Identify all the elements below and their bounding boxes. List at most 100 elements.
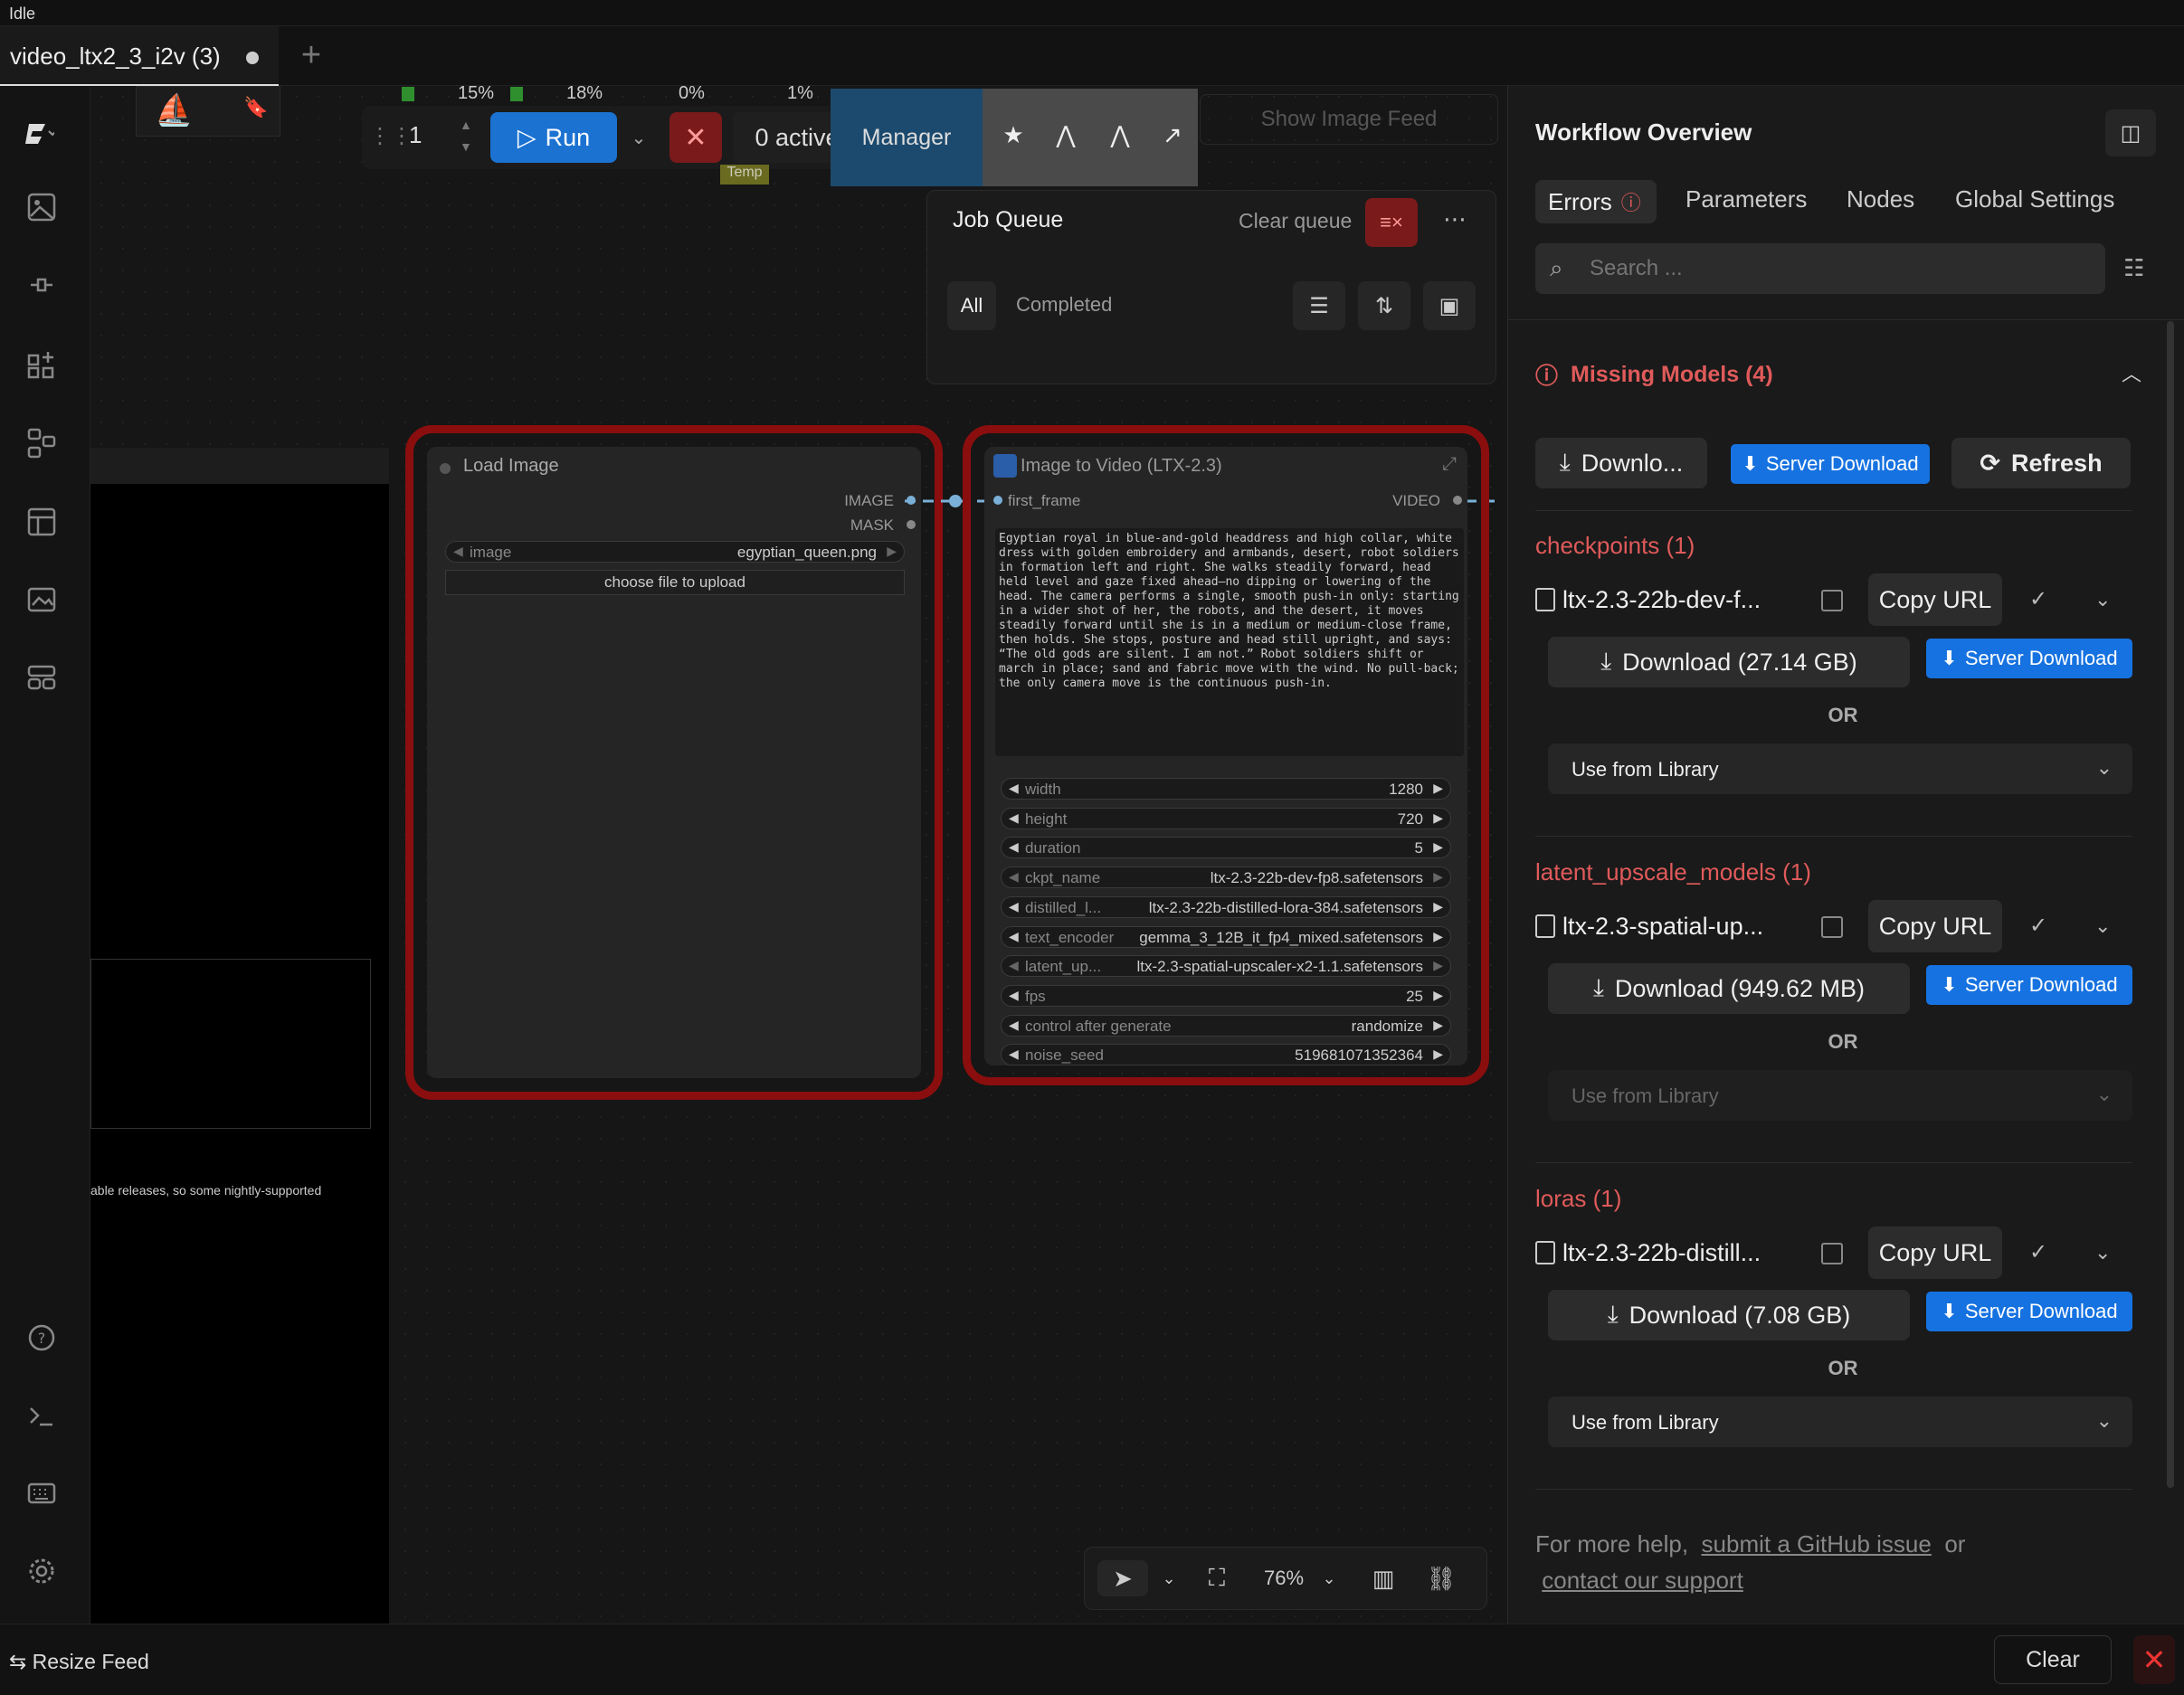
search-input[interactable]: [1590, 252, 2096, 285]
copy-url-button[interactable]: Copy URL: [1868, 900, 2002, 952]
star-icon[interactable]: ★: [997, 121, 1030, 154]
model-scan-icon[interactable]: ⋀: [1049, 121, 1082, 154]
add-tab-button[interactable]: +: [293, 37, 329, 73]
input-first-frame-slot[interactable]: [993, 496, 1002, 505]
run-button[interactable]: ▷ Run: [490, 112, 617, 163]
gallery-icon[interactable]: [25, 583, 62, 620]
server-download-button[interactable]: ⬇ Server Download: [1926, 639, 2132, 678]
tab-all[interactable]: All: [947, 281, 996, 330]
copy-icon[interactable]: [1821, 916, 1843, 938]
close-icon[interactable]: ✕: [2133, 1635, 2175, 1684]
workflows-icon[interactable]: [25, 426, 62, 462]
keyboard-icon[interactable]: [25, 1477, 62, 1513]
image-to-video-node[interactable]: Image to Video (LTX-2.3) ⤢ first_frame V…: [984, 447, 1467, 1066]
model-scan-alt-icon[interactable]: ⋀: [1104, 121, 1136, 154]
download-all-button[interactable]: ⤓ Downlo...: [1535, 438, 1707, 488]
clear-queue-button[interactable]: ≡×: [1365, 198, 1418, 247]
tab-parameters[interactable]: Parameters: [1685, 185, 1807, 213]
copy-url-button[interactable]: Copy URL: [1868, 1226, 2002, 1279]
assets-icon[interactable]: [25, 191, 62, 227]
refresh-button[interactable]: ⟳ Refresh: [1951, 438, 2131, 488]
copy-icon[interactable]: [1821, 1243, 1843, 1264]
chevron-down-icon[interactable]: ⌄: [2094, 1241, 2111, 1264]
minimap-icon[interactable]: ▥: [1365, 1560, 1401, 1596]
batch-stepper[interactable]: ▲ ▼: [460, 114, 472, 157]
run-mode-dropdown[interactable]: ⌄: [622, 112, 655, 163]
more-options-icon[interactable]: ⋯: [1443, 205, 1467, 233]
sort-icon[interactable]: ⇅: [1358, 281, 1410, 330]
download-model-button[interactable]: ⤓ Download (949.62 MB): [1548, 963, 1910, 1014]
share-icon[interactable]: ↗: [1156, 121, 1189, 154]
select-tool-icon[interactable]: ➤: [1097, 1560, 1148, 1596]
widget-height[interactable]: ◀ height 720 ▶: [1001, 807, 1451, 829]
zoom-level[interactable]: 76%: [1248, 1560, 1320, 1596]
check-icon[interactable]: ✓: [2029, 1239, 2047, 1265]
output-mask-slot[interactable]: [907, 520, 916, 529]
use-from-library-select[interactable]: Use from Library ⌄: [1548, 1397, 2132, 1447]
layout-icon[interactable]: [25, 661, 62, 697]
expand-icon[interactable]: ⤢: [1442, 454, 1457, 475]
filter-icon[interactable]: ☰: [1293, 281, 1345, 330]
list-view-icon[interactable]: ☷: [2123, 254, 2144, 282]
collapse-chevron-icon[interactable]: ︿: [2122, 358, 2141, 387]
resize-feed-button[interactable]: ⇆ Resize Feed: [9, 1650, 149, 1674]
image-combo[interactable]: ◀ image egyptian_queen.png ▶: [445, 541, 905, 563]
load-image-node[interactable]: Load Image IMAGE MASK ◀ image egyptian_q…: [427, 447, 921, 1078]
widget-latent-up-[interactable]: ◀ latent_up... ltx-2.3-spatial-upscaler-x2…: [1001, 955, 1451, 978]
comfy-logo-icon[interactable]: [22, 117, 58, 153]
download-model-button[interactable]: ⤓ Download (7.08 GB): [1548, 1290, 1910, 1340]
use-from-library-select[interactable]: Use from Library ⌄: [1548, 1070, 2132, 1121]
tab-completed[interactable]: Completed: [1016, 293, 1112, 317]
bookmark-icon[interactable]: 🔖: [243, 96, 268, 119]
tool-dropdown-icon[interactable]: ⌄: [1155, 1560, 1182, 1596]
show-image-feed-button[interactable]: Show Image Feed: [1200, 94, 1498, 145]
output-video-slot[interactable]: [1453, 496, 1462, 505]
tab-nodes[interactable]: Nodes: [1847, 185, 1914, 213]
contact-support-link[interactable]: contact our support: [1542, 1567, 1743, 1594]
widget-noise-seed[interactable]: ◀ noise_seed 519681071352364 ▶: [1001, 1044, 1451, 1066]
node-library-icon[interactable]: [25, 269, 62, 305]
tab-global-settings[interactable]: Global Settings: [1955, 185, 2114, 213]
use-from-library-select[interactable]: Use from Library ⌄: [1548, 743, 2132, 794]
chevron-down-icon[interactable]: ⌄: [2094, 588, 2111, 611]
help-icon[interactable]: ?: [25, 1321, 62, 1358]
server-download-all-button[interactable]: ⬇ Server Download: [1731, 444, 1930, 484]
fit-view-icon[interactable]: ⛶: [1199, 1560, 1235, 1596]
prompt-textarea[interactable]: Egyptian royal in blue-and-gold headdres…: [995, 528, 1464, 756]
gallery-view-icon[interactable]: ▣: [1423, 281, 1476, 330]
ship-logo-icon[interactable]: ⛵: [155, 92, 193, 128]
server-download-button[interactable]: ⬇ Server Download: [1926, 965, 2132, 1005]
widget-width[interactable]: ◀ width 1280 ▶: [1001, 778, 1451, 800]
toggle-panel-button[interactable]: ◫: [2105, 109, 2156, 156]
github-issue-link[interactable]: submit a GitHub issue: [1702, 1530, 1932, 1558]
chevron-down-icon[interactable]: ⌄: [2094, 914, 2111, 938]
download-model-button[interactable]: ⤓ Download (27.14 GB): [1548, 637, 1910, 687]
node-collapse-dot[interactable]: [440, 463, 451, 474]
clear-button[interactable]: Clear: [1994, 1635, 2112, 1684]
toggle-links-icon[interactable]: ⛓: [1423, 1560, 1459, 1596]
server-download-button[interactable]: ⬇ Server Download: [1926, 1292, 2132, 1331]
copy-icon[interactable]: [1821, 590, 1843, 611]
tab-workflow[interactable]: video_ltx2_3_i2v (3): [0, 26, 279, 86]
manager-button[interactable]: Manager: [831, 89, 983, 186]
widget-ckpt-name[interactable]: ◀ ckpt_name ltx-2.3-22b-dev-fp8.safetensor…: [1001, 866, 1451, 889]
check-icon[interactable]: ✓: [2029, 586, 2047, 612]
panel-scrollbar[interactable]: [2167, 321, 2174, 1488]
widget-control-after-generate[interactable]: ◀ control after generate randomize ▶: [1001, 1014, 1451, 1037]
batch-count-input[interactable]: 1: [409, 121, 422, 149]
widget-distilled-l-[interactable]: ◀ distilled_l... ltx-2.3-22b-distilled-lor…: [1001, 895, 1451, 918]
upload-button[interactable]: choose file to upload: [445, 570, 905, 595]
templates-icon[interactable]: [25, 506, 62, 542]
tab-errors[interactable]: Errors ⓘ: [1535, 180, 1657, 223]
widget-text-encoder[interactable]: ◀ text_encoder gemma_3_12B_it_fp4_mixed.sa…: [1001, 925, 1451, 948]
widget-duration[interactable]: ◀ duration 5 ▶: [1001, 837, 1451, 859]
zoom-dropdown-icon[interactable]: ⌄: [1318, 1560, 1340, 1596]
missing-models-header[interactable]: ⓘ Missing Models (4): [1535, 358, 1773, 391]
copy-url-button[interactable]: Copy URL: [1868, 573, 2002, 626]
settings-gear-icon[interactable]: [25, 1555, 62, 1591]
model-library-icon[interactable]: [25, 348, 62, 384]
drag-handle-icon[interactable]: ⋮⋮: [369, 123, 413, 149]
cancel-run-button[interactable]: ✕: [669, 112, 722, 163]
terminal-icon[interactable]: [25, 1399, 62, 1435]
check-icon[interactable]: ✓: [2029, 913, 2047, 939]
